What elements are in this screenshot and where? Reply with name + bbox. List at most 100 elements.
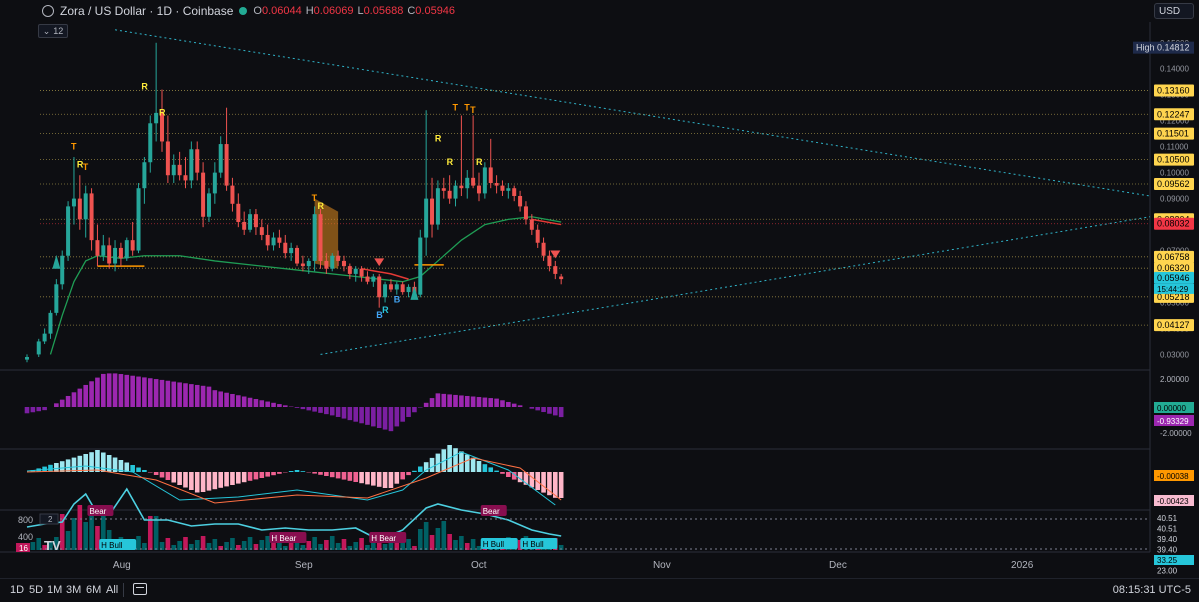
timeframe-1d[interactable]: 1D (10, 584, 24, 596)
candle-body (401, 284, 405, 292)
candle-body (266, 235, 270, 245)
volume-bar (265, 536, 270, 550)
oscillator-bar (371, 407, 376, 426)
macd-histogram-bar (160, 472, 165, 478)
macd-histogram-bar (66, 459, 71, 472)
oscillator-bar (483, 398, 488, 407)
candle-body (54, 284, 58, 313)
oscillator-bar (54, 403, 59, 407)
candle-body (342, 261, 346, 266)
oscillator-bar (459, 395, 464, 407)
candle-body (72, 199, 76, 207)
oscillator-bar (166, 381, 171, 407)
price-label: 0.04127 (1157, 320, 1190, 330)
oscillator-bar (348, 407, 353, 420)
candle-body (166, 141, 170, 175)
macd-histogram-bar (136, 468, 141, 473)
oscillator-bar (136, 377, 141, 407)
oscillator-bar (254, 399, 259, 407)
timeframe-1m[interactable]: 1M (47, 584, 62, 596)
currency-select[interactable]: USD (1154, 3, 1194, 19)
divergence-badge-label: H Bear (371, 534, 396, 543)
timeframe-all[interactable]: All (106, 584, 118, 596)
x-axis-tick-label: Nov (653, 560, 671, 571)
oscillator-bar (377, 407, 382, 428)
macd-histogram-bar (500, 472, 505, 474)
candle-body (230, 186, 234, 204)
price-label: 0.12247 (1157, 109, 1190, 119)
volume-bar (406, 539, 411, 550)
candle-body (436, 188, 440, 224)
tradingview-logo-icon: TV (44, 538, 61, 553)
candle-body (442, 188, 446, 191)
timeframe-6m[interactable]: 6M (86, 584, 101, 596)
candle-body (506, 188, 510, 191)
volume-bar (430, 535, 435, 550)
macd-histogram-bar (383, 472, 388, 488)
volume-bar (230, 538, 235, 550)
candle-body (418, 238, 422, 295)
macd-histogram-bar (483, 464, 488, 472)
signal-label: T (71, 141, 77, 151)
volume-bar (330, 536, 335, 550)
oscillator-bar (383, 407, 388, 430)
price-label: 0.08032 (1157, 219, 1190, 229)
macd-histogram-bar (324, 472, 329, 476)
timeframe-3m[interactable]: 3M (66, 584, 81, 596)
candle-body (354, 269, 358, 274)
signal-label: R (476, 157, 483, 167)
macd-histogram-bar (224, 472, 229, 486)
oscillator-bar (283, 405, 288, 407)
macd-histogram-bar (60, 461, 65, 472)
macd-histogram-bar (389, 472, 394, 488)
symbol-title[interactable]: Zora / US Dollar · 1D · Coinbase (60, 4, 233, 18)
divergence-badge-label: H Bull (101, 541, 123, 550)
price-label: 0.10500 (1157, 155, 1190, 165)
candle-body (330, 256, 334, 269)
oscillator-bar (201, 386, 206, 407)
candle-body (336, 256, 340, 261)
volume-bar (441, 521, 446, 550)
volume-bar (213, 539, 218, 550)
oscillator-value: 0.00000 (1157, 404, 1186, 413)
volume-bar (154, 516, 159, 550)
macd-histogram-bar (207, 472, 212, 491)
candle-body (101, 245, 105, 255)
macd-histogram-bar (541, 472, 546, 493)
macd-histogram-bar (265, 472, 270, 477)
macd-histogram-bar (506, 472, 511, 477)
candle-body (553, 266, 557, 274)
candle-body (542, 243, 546, 256)
price-label: 0.13160 (1157, 86, 1190, 96)
oscillator-bar (101, 374, 106, 407)
chart-canvas[interactable]: AugSepOctNovDec20260.150000.140000.13000… (0, 0, 1199, 601)
oscillator-bar (318, 407, 323, 413)
macd-histogram-bar (359, 472, 364, 483)
oscillator-bar (471, 397, 476, 408)
timeframe-5d[interactable]: 5D (29, 584, 43, 596)
symbol-logo-icon (42, 5, 54, 17)
oscillator-bar (353, 407, 358, 422)
macd-histogram-bar (477, 461, 482, 472)
oscillator-bar (107, 373, 112, 407)
macd-histogram-bar (201, 472, 206, 492)
oscillator-bar (72, 392, 77, 407)
volume-bar (248, 537, 253, 550)
calendar-icon[interactable] (133, 583, 147, 595)
oscillator-bar (142, 377, 147, 407)
candle-body (319, 214, 323, 261)
candle-body (348, 266, 352, 274)
candle-body (183, 175, 187, 180)
oscillator-bar (248, 398, 253, 407)
signal-label: R (435, 133, 442, 143)
indicators-collapse-button[interactable]: ⌄ 12 (38, 24, 68, 38)
candle-body (119, 248, 123, 258)
oscillator-bar (541, 407, 546, 412)
oscillator-bar (60, 400, 65, 407)
signal-label: R (77, 159, 84, 169)
candle-body (213, 173, 217, 194)
oscillator-bar (183, 383, 188, 407)
macd-histogram-bar (301, 471, 306, 472)
macd-histogram-bar (195, 472, 200, 493)
oscillator-bar (207, 387, 212, 407)
